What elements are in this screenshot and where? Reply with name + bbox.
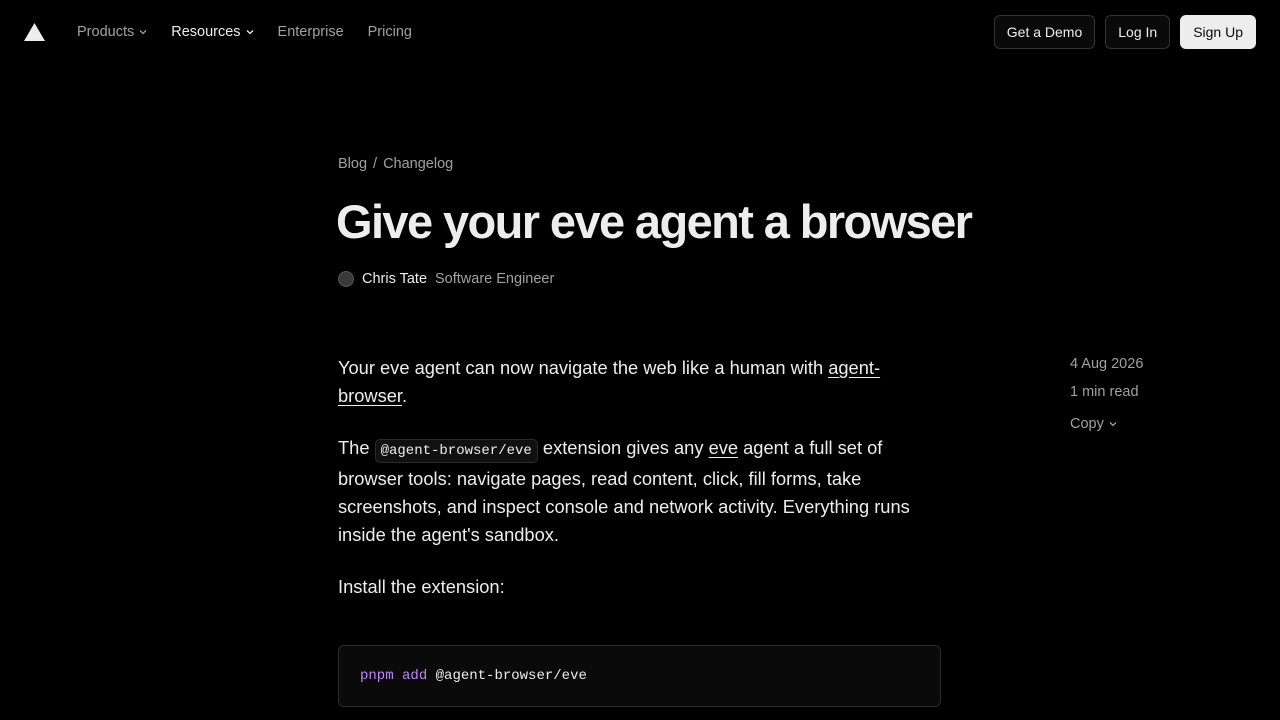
install-code-block[interactable]: pnpm add @agent-browser/eve bbox=[338, 645, 941, 707]
nav-resources[interactable]: Resources bbox=[171, 24, 254, 40]
nav-products-label: Products bbox=[77, 24, 135, 40]
intro-period: . bbox=[402, 385, 408, 406]
page-title: Give your eve agent a browser bbox=[336, 195, 973, 248]
breadcrumb: Blog / Changelog bbox=[338, 156, 453, 172]
copy-menu-button[interactable]: Copy bbox=[1070, 410, 1143, 438]
intro-text: Your eve agent can now navigate the web … bbox=[338, 357, 829, 378]
code-package: @agent-browser/eve bbox=[435, 668, 587, 684]
read-time: 1 min read bbox=[1070, 384, 1139, 400]
breadcrumb-changelog-link[interactable]: Changelog bbox=[383, 156, 453, 172]
author-role: Software Engineer bbox=[435, 271, 555, 287]
code-command: pnpm bbox=[360, 668, 394, 684]
breadcrumb-separator: / bbox=[373, 156, 378, 172]
get-demo-button[interactable]: Get a Demo bbox=[993, 15, 1096, 49]
extension-text-middle: extension gives any bbox=[537, 437, 709, 458]
header-actions: Get a Demo Log In Sign Up bbox=[993, 15, 1256, 49]
nav-pricing-label: Pricing bbox=[367, 24, 412, 40]
install-paragraph: Install the extension: bbox=[338, 576, 505, 597]
nav-enterprise-label: Enterprise bbox=[277, 24, 344, 40]
nav-enterprise[interactable]: Enterprise bbox=[278, 24, 344, 40]
article-body: Your eve agent can now navigate the web … bbox=[338, 354, 938, 625]
triangle-logo-icon[interactable] bbox=[24, 23, 45, 41]
breadcrumb-blog-link[interactable]: Blog bbox=[338, 156, 367, 172]
extension-text-start: The bbox=[338, 437, 375, 458]
extension-paragraph: The @agent-browser/eve extension gives a… bbox=[338, 434, 938, 549]
sign-up-button[interactable]: Sign Up bbox=[1180, 15, 1256, 49]
avatar bbox=[338, 271, 354, 287]
nav-products[interactable]: Products bbox=[77, 24, 147, 40]
eve-link[interactable]: eve bbox=[709, 437, 738, 458]
copy-label: Copy bbox=[1070, 416, 1104, 432]
chevron-down-icon bbox=[246, 30, 254, 35]
code-subcommand: add bbox=[402, 668, 428, 684]
nav-pricing[interactable]: Pricing bbox=[368, 24, 412, 40]
publish-date: 4 Aug 2026 bbox=[1070, 356, 1144, 372]
author-byline[interactable]: Chris Tate Software Engineer bbox=[338, 271, 554, 287]
package-inline-code: @agent-browser/eve bbox=[374, 439, 538, 463]
article-meta: 4 Aug 2026 1 min read Copy bbox=[1070, 354, 1143, 438]
site-header: Products Resources Enterprise Pricing Ge… bbox=[0, 0, 1280, 64]
chevron-down-icon bbox=[139, 30, 147, 35]
chevron-down-icon bbox=[1109, 422, 1117, 427]
nav-resources-label: Resources bbox=[171, 24, 241, 40]
author-name: Chris Tate bbox=[362, 271, 428, 287]
intro-paragraph: Your eve agent can now navigate the web … bbox=[338, 354, 938, 410]
log-in-button[interactable]: Log In bbox=[1105, 15, 1171, 49]
main-nav: Products Resources Enterprise Pricing bbox=[77, 22, 436, 42]
